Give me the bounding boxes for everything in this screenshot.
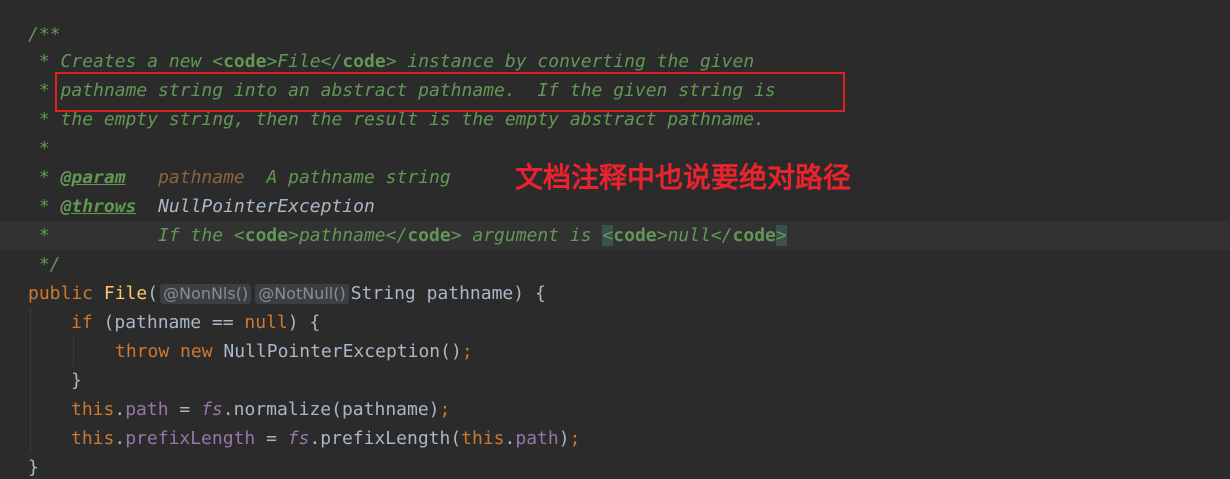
indent-guide — [73, 337, 74, 366]
inlay-annotation-notnull[interactable]: @NotNull() — [255, 284, 349, 304]
code-line-1: /** — [0, 20, 1230, 49]
indent-guide — [30, 424, 31, 453]
doc-comment-start: /** — [28, 24, 61, 45]
brace-match-highlight: < — [602, 225, 614, 246]
indent-guide — [30, 366, 31, 395]
code-line-13: } — [0, 366, 1230, 395]
code-line-8-current: * If the <code>pathname</code> argument … — [0, 221, 1230, 250]
doc-comment-end: */ — [28, 254, 61, 275]
doc-comment-text: * — [28, 138, 50, 159]
doc-param-line: * @param pathname A pathname string — [28, 167, 451, 188]
doc-throws-line: * @throws NullPointerException — [28, 196, 375, 217]
constructor-signature: public File(@NonNls() @NotNull() String pa… — [28, 283, 546, 304]
code-line-14: this.path = fs.normalize(pathname); — [0, 395, 1230, 424]
annotation-note: 文档注释中也说要绝对路径 — [515, 161, 852, 194]
throws-tag: @throws — [60, 196, 137, 217]
indent-guide — [30, 395, 31, 424]
doc-comment-text: * If the <code>pathname</code> argument … — [28, 225, 787, 246]
brace-match-highlight: > — [775, 225, 787, 246]
code-line-11: if (pathname == null) { — [0, 308, 1230, 337]
code-line-9: */ — [0, 250, 1230, 279]
param-tag: @param — [60, 167, 126, 188]
constructor-name: File — [103, 283, 148, 304]
code-line-12: throw new NullPointerException(); — [0, 337, 1230, 366]
param-name: pathname — [158, 167, 245, 188]
highlight-box — [55, 72, 845, 112]
indent-guide — [30, 308, 31, 337]
indent-guide — [30, 337, 31, 366]
code-line-10: public File(@NonNls() @NotNull() String pa… — [0, 279, 1230, 308]
code-line-16: } — [28, 457, 39, 478]
exception-name: NullPointerException — [158, 196, 375, 217]
code-line-15: this.prefixLength = fs.prefixLength(this… — [0, 424, 1230, 453]
code-editor[interactable]: /** * Creates a new <code>File</code> in… — [0, 0, 1230, 479]
inlay-annotation-nonnls[interactable]: @NonNls() — [160, 284, 252, 304]
